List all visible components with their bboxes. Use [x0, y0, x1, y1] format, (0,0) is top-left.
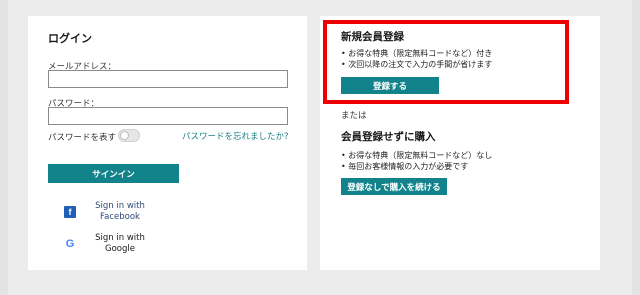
show-password-toggle[interactable]: [118, 129, 140, 142]
list-item: 毎回お客様情報の入力が必要です: [341, 162, 492, 173]
window-edge-right: [632, 0, 640, 295]
facebook-signin-label: Sign in with Facebook: [95, 201, 145, 222]
login-title: ログイン: [48, 32, 92, 45]
facebook-signin-button[interactable]: f Sign in with Facebook: [64, 201, 149, 223]
signin-button[interactable]: サインイン: [48, 164, 179, 183]
facebook-icon: f: [64, 206, 76, 218]
google-signin-button[interactable]: G Sign in with Google: [64, 233, 149, 255]
show-password-label: パスワードを表す: [48, 133, 117, 143]
login-panel: ログイン メールアドレス： パスワード： パスワードを表す パスワードを忘れまし…: [28, 16, 307, 270]
forgot-password-link[interactable]: パスワードを忘れましたか?: [182, 130, 289, 142]
google-signin-label: Sign in with Google: [95, 233, 145, 254]
guest-notes: お得な特典（限定無料コードなど）なし 毎回お客様情報の入力が必要です: [341, 151, 492, 172]
window-edge-left: [0, 0, 8, 295]
toggle-knob: [120, 131, 129, 140]
or-divider-text: または: [341, 111, 367, 121]
guest-checkout-button[interactable]: 登録なしで購入を続ける: [341, 178, 447, 195]
guest-checkout-title: 会員登録せずに購入: [341, 131, 436, 143]
email-field[interactable]: [48, 70, 288, 88]
register-highlight-box: [323, 20, 569, 104]
google-icon: G: [65, 238, 75, 250]
list-item: お得な特典（限定無料コードなど）なし: [341, 151, 492, 162]
password-field[interactable]: [48, 107, 288, 125]
